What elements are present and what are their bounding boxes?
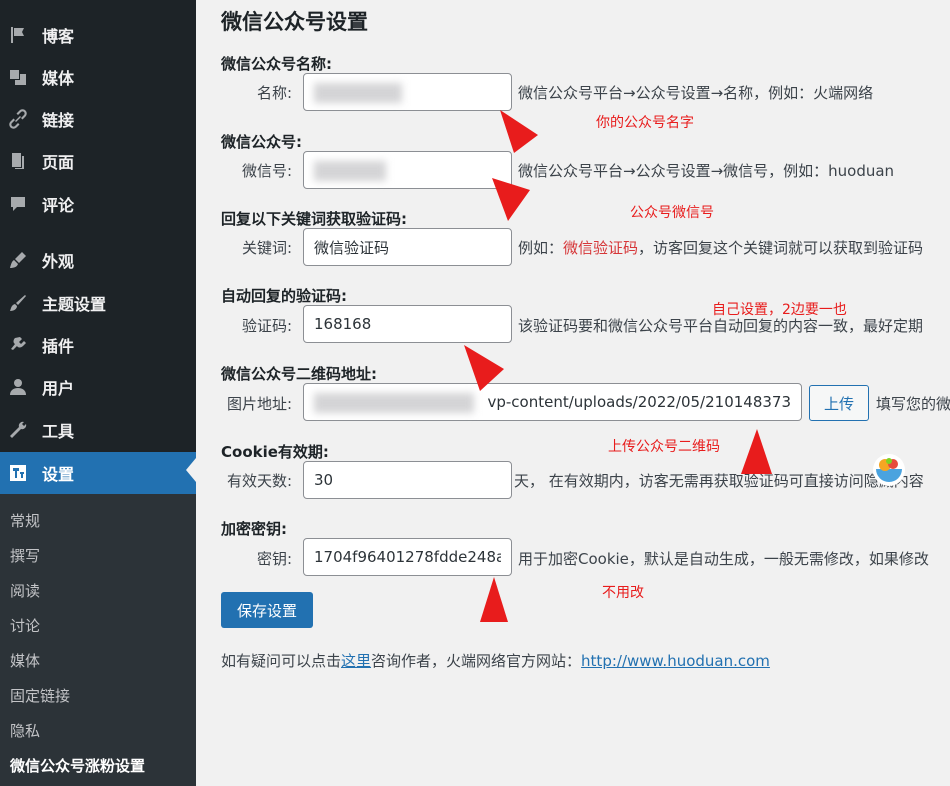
field-label-wechat: 微信号: (241, 162, 292, 180)
sidebar-item-links[interactable]: 链接 (0, 99, 196, 139)
sidebar-item-tools[interactable]: 工具 (0, 410, 196, 450)
field-label-qr: 图片地址: (226, 395, 292, 413)
sidebar-item-label: 工具 (42, 422, 75, 441)
sidebar-item-blog[interactable]: 博客 (0, 15, 196, 55)
upload-button[interactable]: 上传 (809, 385, 869, 421)
settings-submenu: 常规 撰写 阅读 讨论 媒体 固定链接 隐私 微信公众号涨粉设置 (0, 494, 196, 786)
sidebar-item-label: 设置 (42, 465, 75, 484)
sidebar-item-label: 媒体 (42, 69, 75, 88)
arrow-qr (741, 429, 772, 474)
link-icon (8, 109, 28, 129)
annotation-wechat-note: 公众号微信号 (630, 205, 714, 221)
field-label-key: 密钥: (256, 550, 292, 568)
sidebar-item-pages[interactable]: 页面 (0, 141, 196, 181)
submenu-reading[interactable]: 阅读 (10, 580, 40, 601)
settings-icon (8, 463, 28, 483)
paintbrush-icon (8, 250, 28, 270)
desc-cookie: 天， 在有效期内，访客无需再获取验证码可直接访问隐藏内容 (514, 472, 924, 490)
field-label-name: 名称: (256, 84, 292, 102)
secret-key-input[interactable] (303, 538, 512, 576)
sidebar-item-label: 链接 (42, 111, 75, 130)
field-label-keyword: 关键词: (241, 239, 292, 257)
section-heading-wechat: 微信公众号: (221, 133, 302, 151)
desc-qr: 填写您的微 (876, 395, 950, 413)
arrow-key (480, 577, 508, 622)
sidebar-item-label: 页面 (42, 153, 75, 172)
footer-middle: 咨询作者，火端网络官方网站： (371, 652, 582, 670)
submenu-writing[interactable]: 撰写 (10, 545, 40, 566)
media-icon (8, 67, 28, 87)
desc-name: 微信公众号平台→公众号设置→名称，例如：火端网络 (518, 84, 874, 102)
active-menu-indicator (186, 458, 196, 482)
sidebar-item-media[interactable]: 媒体 (0, 57, 196, 97)
floating-extension-icon[interactable] (872, 453, 906, 487)
sidebar-item-comments[interactable]: 评论 (0, 184, 196, 224)
verification-code-input[interactable] (303, 305, 512, 343)
field-label-cookie: 有效天数: (226, 472, 292, 490)
submenu-permalinks[interactable]: 固定链接 (10, 685, 70, 706)
page-icon (8, 151, 28, 171)
arrow-name (500, 110, 538, 153)
submenu-general[interactable]: 常规 (10, 510, 40, 531)
desc-keyword-prefix: 例如： (518, 239, 564, 257)
sidebar-item-settings[interactable]: 设置 (0, 452, 196, 494)
flag-icon (8, 25, 28, 45)
annotation-qr-note: 上传公众号二维码 (608, 439, 720, 455)
settings-main: 微信公众号设置 微信公众号名称: 名称: 微信公众号平台→公众号设置→名称，例如… (196, 0, 950, 786)
redacted-mask (314, 161, 386, 181)
user-icon (8, 377, 28, 397)
redacted-mask (314, 83, 402, 103)
desc-wechat: 微信公众号平台→公众号设置→微信号，例如：huoduan (518, 162, 895, 180)
annotation-key-note: 不用改 (602, 585, 644, 601)
sidebar-item-label: 博客 (42, 27, 75, 46)
sidebar-item-label: 外观 (42, 252, 75, 271)
footer-prefix: 如有疑问可以点击 (221, 652, 342, 670)
submenu-wechat-settings[interactable]: 微信公众号涨粉设置 (10, 755, 145, 776)
sidebar-item-label: 插件 (42, 337, 75, 356)
submenu-discussion[interactable]: 讨论 (10, 615, 40, 636)
section-heading-name: 微信公众号名称: (221, 55, 332, 73)
section-heading-qr: 微信公众号二维码地址: (221, 365, 377, 383)
save-settings-button[interactable]: 保存设置 (221, 592, 313, 628)
field-label-code: 验证码: (241, 317, 292, 335)
desc-key: 用于加密Cookie，默认是自动生成，一般无需修改，如果修改 (518, 550, 929, 568)
sidebar-item-plugins[interactable]: 插件 (0, 325, 196, 365)
comment-icon (8, 194, 28, 214)
official-site-link[interactable]: http://www.huoduan.com (581, 652, 770, 670)
sidebar-item-users[interactable]: 用户 (0, 367, 196, 407)
cookie-days-input[interactable] (303, 461, 512, 499)
brush-icon (8, 293, 28, 313)
section-heading-key: 加密密钥: (221, 520, 287, 538)
sidebar-item-theme-settings[interactable]: 主题设置 (0, 283, 196, 323)
sidebar-item-appearance[interactable]: 外观 (0, 240, 196, 280)
submenu-privacy[interactable]: 隐私 (10, 720, 40, 741)
desc-keyword-highlight: 微信验证码 (563, 239, 639, 257)
page-title: 微信公众号设置 (221, 10, 368, 34)
section-heading-cookie: Cookie有效期: (221, 443, 329, 461)
section-heading-code: 自动回复的验证码: (221, 287, 347, 305)
plugin-icon (8, 335, 28, 355)
section-heading-keyword: 回复以下关键词获取验证码: (221, 210, 407, 228)
sidebar-item-label: 用户 (42, 379, 75, 398)
desc-keyword: 例如：微信验证码，访客回复这个关键词就可以获取到验证码 (518, 237, 923, 258)
footer-note: 如有疑问可以点击这里咨询作者，火端网络官方网站：http://www.huodu… (221, 650, 770, 671)
annotation-name-note: 你的公众号名字 (596, 115, 694, 131)
wrench-icon (8, 420, 28, 440)
annotation-code-note: 自己设置，2边要一也 (712, 302, 847, 318)
contact-author-link[interactable]: 这里 (341, 652, 371, 670)
sidebar-item-label: 评论 (42, 196, 75, 215)
keyword-input[interactable] (303, 228, 512, 266)
sidebar-item-label: 主题设置 (42, 295, 107, 314)
submenu-media[interactable]: 媒体 (10, 650, 40, 671)
admin-sidebar: 博客 媒体 链接 页面 评论 外观 主题设置 插件 用户 工具 设置 常规 撰写… (0, 0, 196, 786)
redacted-mask (314, 393, 474, 413)
desc-keyword-suffix: ，访客回复这个关键词就可以获取到验证码 (638, 239, 924, 257)
